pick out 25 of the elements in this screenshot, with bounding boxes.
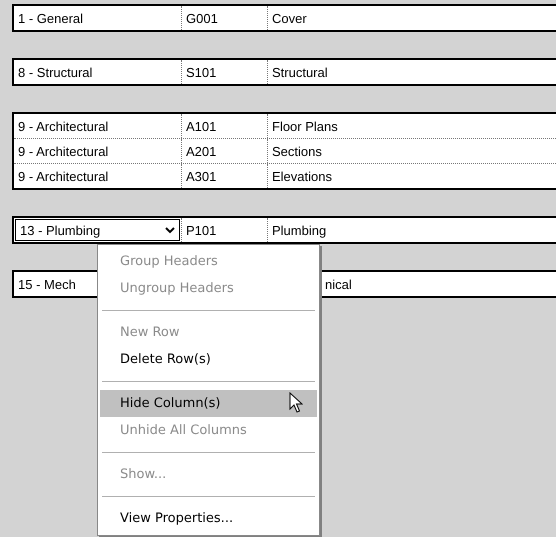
table-cell: Cover <box>272 10 307 26</box>
menu-item[interactable]: Delete Row(s) <box>100 346 317 373</box>
table-cell: 9 - Architectural <box>18 168 108 184</box>
table-cell: nical <box>325 276 352 292</box>
table-cell: G001 <box>186 10 218 26</box>
table-cell: 8 - Structural <box>18 64 92 80</box>
menu-item[interactable]: View Properties... <box>100 505 317 532</box>
table-cell: 9 - Architectural <box>18 118 108 134</box>
table-cell: 1 - General <box>18 10 84 26</box>
caret-icon <box>165 226 175 234</box>
table-cell: Plumbing <box>272 222 326 238</box>
menu-item[interactable]: Hide Column(s) <box>100 390 317 417</box>
cursor-icon <box>289 392 303 414</box>
table-cell: 9 - Architectural <box>18 144 108 158</box>
table-cell: Floor Plans <box>272 118 338 134</box>
table-cell: A101 <box>186 118 216 134</box>
table-cell: A201 <box>186 144 216 158</box>
table-cell: Sections <box>272 144 322 158</box>
dropdown-field[interactable]: 13 - Plumbing <box>15 219 180 241</box>
table-cell: 15 - Mech <box>18 276 76 292</box>
table-cell: P101 <box>186 222 216 238</box>
table-cell: S101 <box>186 64 216 80</box>
table-cell: Structural <box>272 64 328 80</box>
table-cell: A301 <box>186 168 216 184</box>
table-cell: Elevations <box>272 168 332 184</box>
